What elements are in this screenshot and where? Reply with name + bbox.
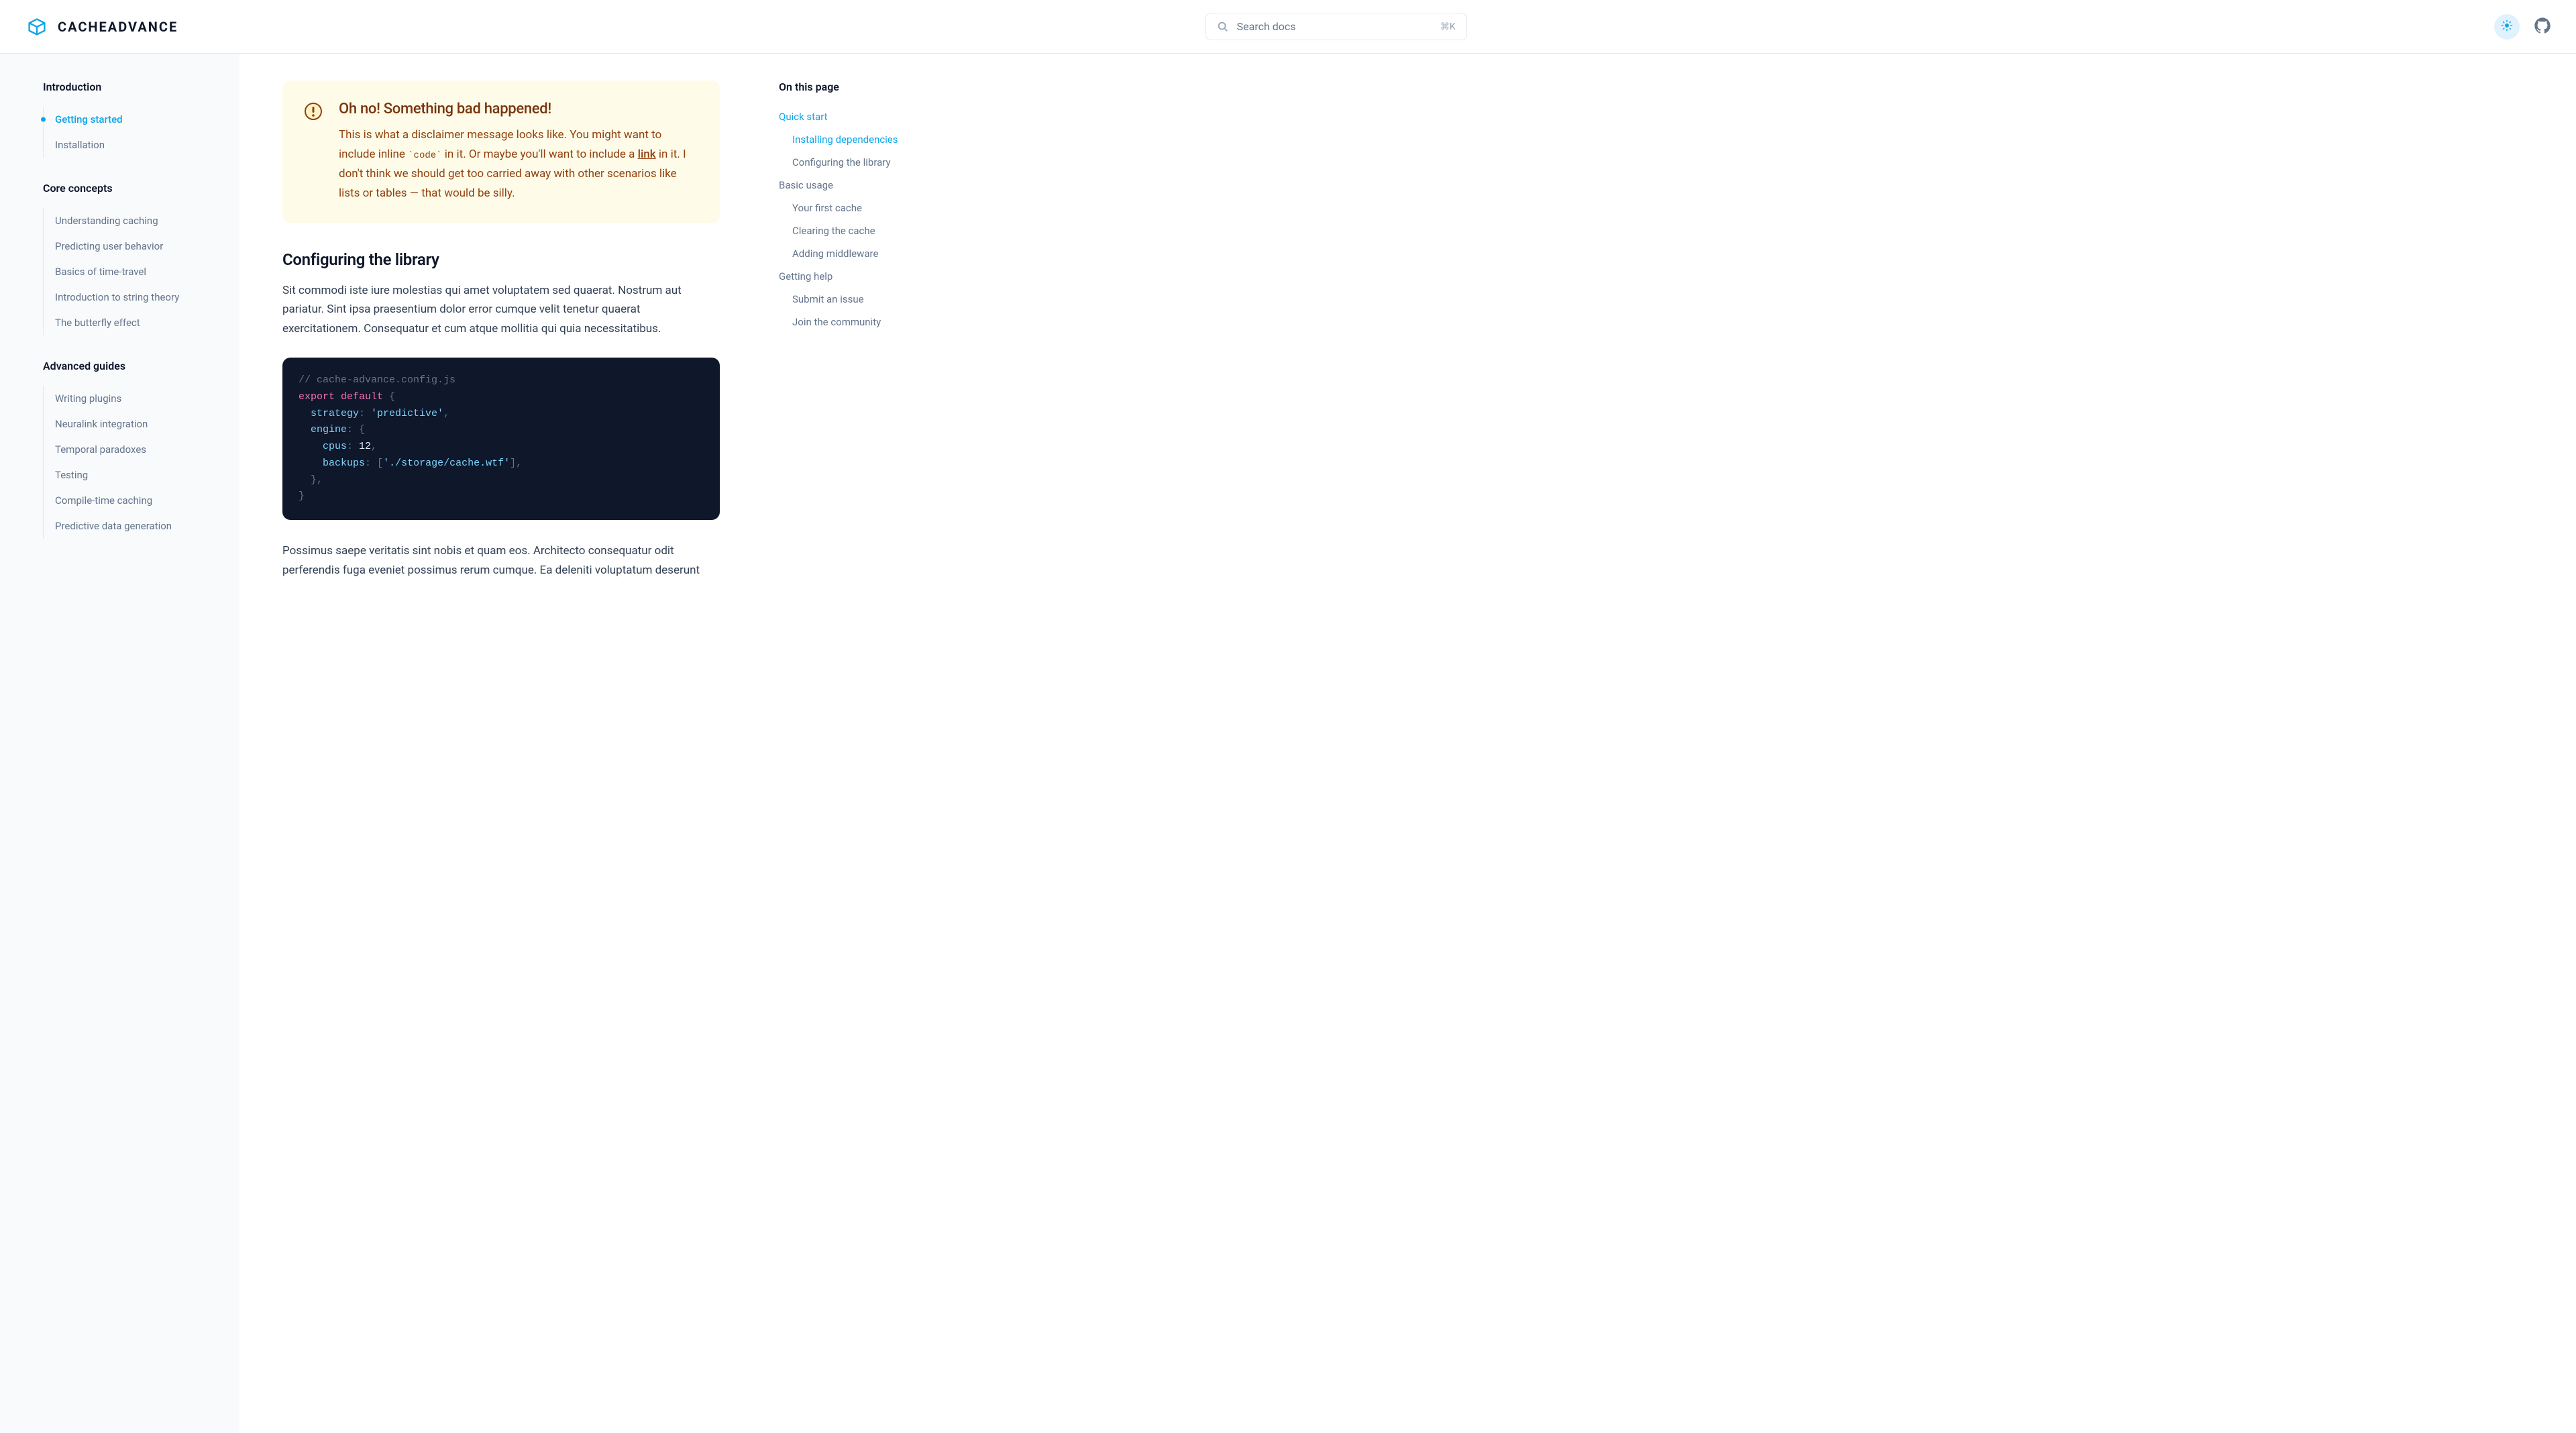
sidebar: Introduction Getting started Installatio… (0, 54, 239, 1433)
warning-callout: Oh no! Something bad happened! This is w… (282, 81, 720, 223)
search-wrap: Search docs ⌘K (178, 13, 2494, 40)
paragraph: Sit commodi iste iure molestias qui amet… (282, 281, 720, 339)
sidebar-item-installation[interactable]: Installation (44, 132, 226, 158)
code-punct: } (299, 490, 305, 502)
code-comment: // cache-advance.config.js (299, 374, 455, 386)
warning-icon (304, 102, 323, 121)
toc-item-join-the-community[interactable]: Join the community (779, 311, 943, 333)
callout-title: Oh no! Something bad happened! (339, 101, 698, 117)
sidebar-item-getting-started[interactable]: Getting started (44, 107, 226, 132)
code-property: strategy (299, 408, 359, 419)
toc-title: On this page (779, 81, 943, 93)
code-punct: , (443, 408, 449, 419)
logo-icon (24, 14, 50, 40)
toc-item-quick-start[interactable]: Quick start (779, 105, 943, 128)
code-punct: : (359, 408, 371, 419)
github-link[interactable] (2533, 16, 2552, 38)
sidebar-item-writing-plugins[interactable]: Writing plugins (44, 386, 226, 411)
search-placeholder: Search docs (1237, 20, 1432, 33)
header: CACHEADVANCE Search docs ⌘K (0, 0, 2576, 54)
code-string: './storage/cache.wtf' (383, 458, 510, 469)
callout-text: This is what a disclaimer message looks … (339, 125, 698, 203)
table-of-contents: On this page Quick start Installing depe… (763, 54, 959, 1433)
callout-link[interactable]: link (638, 148, 656, 161)
sidebar-item-the-butterfly-effect[interactable]: The butterfly effect (44, 310, 226, 335)
inline-code: `code` (408, 150, 441, 161)
code-keyword: export (299, 391, 335, 403)
toc-list: Quick start Installing dependencies Conf… (779, 105, 943, 333)
code-property: backups (299, 458, 365, 469)
code-punct: , (516, 458, 522, 469)
toc-item-configuring-the-library[interactable]: Configuring the library (779, 151, 943, 174)
sidebar-item-introduction-to-string-theory[interactable]: Introduction to string theory (44, 284, 226, 310)
nav-section-core-concepts: Core concepts Understanding caching Pred… (43, 182, 226, 335)
sidebar-item-basics-of-time-travel[interactable]: Basics of time-travel (44, 259, 226, 284)
code-punct: ] (510, 458, 516, 469)
callout-body: Oh no! Something bad happened! This is w… (339, 101, 698, 203)
section-heading-configuring: Configuring the library (282, 250, 720, 269)
toc-item-submit-an-issue[interactable]: Submit an issue (779, 288, 943, 311)
code-punct: : (347, 424, 359, 435)
toc-item-adding-middleware[interactable]: Adding middleware (779, 242, 943, 265)
toc-item-basic-usage[interactable]: Basic usage (779, 174, 943, 197)
code-property: cpus (299, 441, 347, 452)
sidebar-item-understanding-caching[interactable]: Understanding caching (44, 208, 226, 233)
code-punct: , (317, 474, 323, 486)
sidebar-item-predicting-user-behavior[interactable]: Predicting user behavior (44, 233, 226, 259)
brand[interactable]: CACHEADVANCE (24, 14, 178, 40)
sidebar-item-temporal-paradoxes[interactable]: Temporal paradoxes (44, 437, 226, 462)
sun-icon (2501, 19, 2513, 34)
code-punct: { (383, 391, 395, 403)
theme-toggle-button[interactable] (2494, 14, 2520, 40)
nav-section-title: Advanced guides (43, 360, 226, 372)
code-punct: } (299, 474, 317, 486)
code-punct: [ (377, 458, 383, 469)
toc-item-your-first-cache[interactable]: Your first cache (779, 197, 943, 219)
code-property: engine (299, 424, 347, 435)
code-keyword: default (341, 391, 383, 403)
paragraph: Possimus saepe veritatis sint nobis et q… (282, 541, 720, 580)
code-number: 12 (359, 441, 371, 452)
search-icon (1217, 21, 1229, 33)
layout: Introduction Getting started Installatio… (0, 54, 2576, 1433)
brand-text: CACHEADVANCE (58, 19, 178, 35)
header-actions (2494, 14, 2552, 40)
callout-text-segment: in it. Or maybe you'll want to include a (442, 148, 638, 161)
sidebar-item-testing[interactable]: Testing (44, 462, 226, 488)
nav-section-title: Introduction (43, 81, 226, 93)
code-punct: , (371, 441, 377, 452)
sidebar-item-neuralink-integration[interactable]: Neuralink integration (44, 411, 226, 437)
code-punct: : (365, 458, 377, 469)
main-content: Oh no! Something bad happened! This is w… (239, 54, 763, 1433)
nav-section-introduction: Introduction Getting started Installatio… (43, 81, 226, 158)
sidebar-item-predictive-data-generation[interactable]: Predictive data generation (44, 513, 226, 539)
toc-item-installing-dependencies[interactable]: Installing dependencies (779, 128, 943, 151)
toc-item-clearing-the-cache[interactable]: Clearing the cache (779, 219, 943, 242)
sidebar-item-compile-time-caching[interactable]: Compile-time caching (44, 488, 226, 513)
code-punct: { (359, 424, 365, 435)
nav-section-advanced-guides: Advanced guides Writing plugins Neuralin… (43, 360, 226, 539)
code-string: 'predictive' (371, 408, 443, 419)
github-icon (2533, 16, 2552, 35)
nav-section-title: Core concepts (43, 182, 226, 195)
code-punct: : (347, 441, 359, 452)
search-shortcut: ⌘K (1440, 21, 1456, 32)
code-block: // cache-advance.config.js export defaul… (282, 358, 720, 520)
toc-item-getting-help[interactable]: Getting help (779, 265, 943, 288)
search-input[interactable]: Search docs ⌘K (1205, 13, 1467, 40)
